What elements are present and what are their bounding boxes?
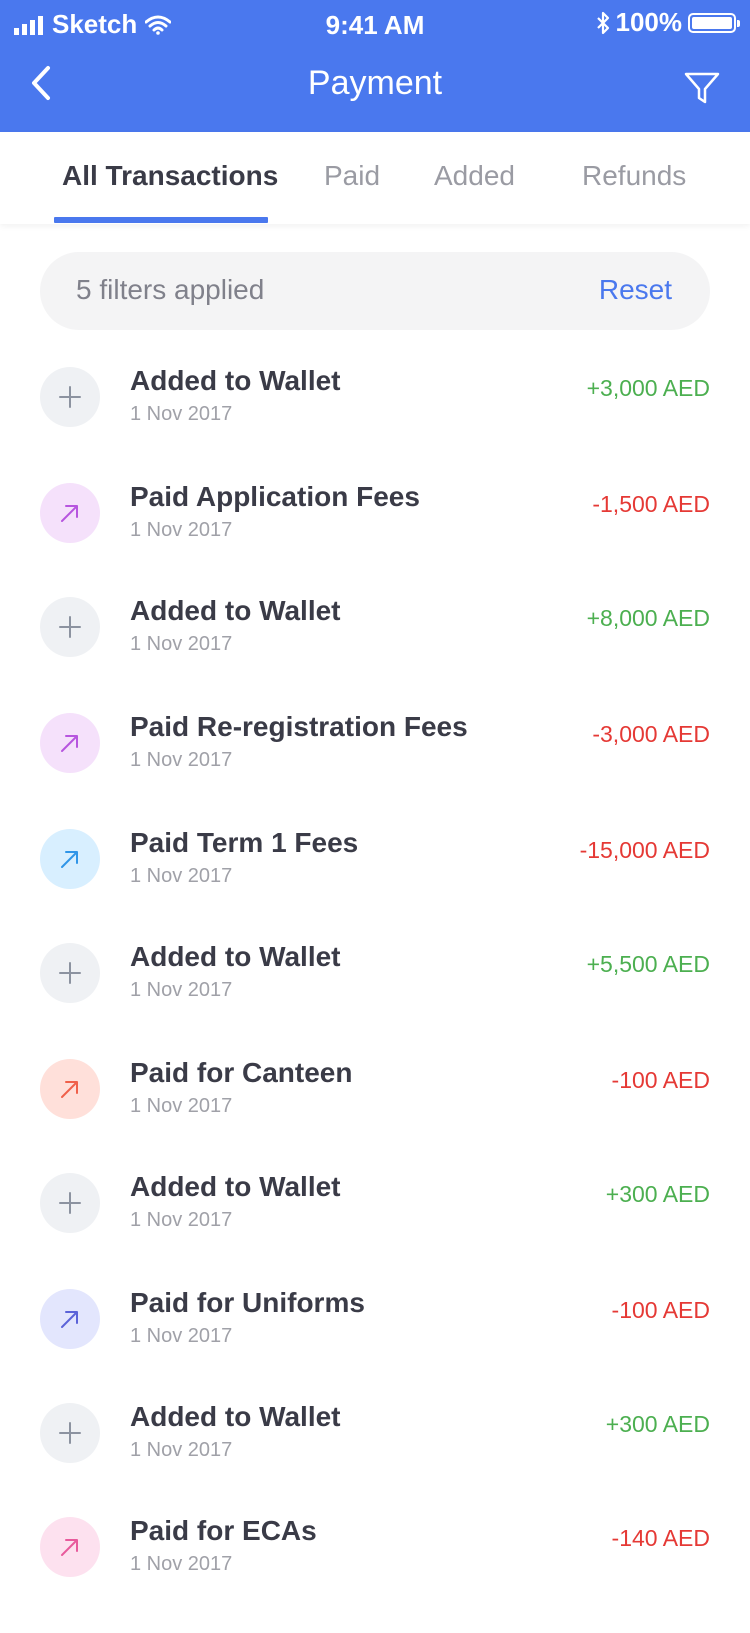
transaction-title: Paid for Canteen bbox=[130, 1057, 353, 1088]
battery-percent: 100% bbox=[615, 7, 683, 37]
transaction-row[interactable]: Added to Wallet 1 Nov 2017 +3,000 AED bbox=[0, 365, 750, 483]
active-tab-indicator bbox=[54, 217, 268, 223]
transaction-title: Paid Re-registration Fees bbox=[130, 711, 468, 742]
transaction-row[interactable]: Paid for Canteen 1 Nov 2017 -100 AED bbox=[0, 1057, 750, 1175]
transaction-type-icon bbox=[40, 1289, 100, 1349]
transaction-type-icon bbox=[40, 1517, 100, 1577]
transaction-title: Paid for Uniforms bbox=[130, 1287, 365, 1318]
transaction-amount: +300 AED bbox=[605, 1181, 710, 1207]
plus-icon bbox=[59, 1422, 81, 1444]
transaction-title: Added to Wallet bbox=[130, 1401, 341, 1432]
transaction-type-icon bbox=[40, 1173, 100, 1233]
transaction-row[interactable]: Paid Term 1 Fees 1 Nov 2017 -15,000 AED bbox=[0, 827, 750, 945]
transaction-title: Paid Term 1 Fees bbox=[130, 827, 359, 858]
arrow-up-right-icon bbox=[61, 1311, 78, 1328]
filters-applied-text: 5 filters applied bbox=[76, 274, 265, 305]
transaction-amount: -1,500 AED bbox=[592, 491, 710, 517]
transaction-amount: -100 AED bbox=[611, 1297, 710, 1323]
filter-icon[interactable] bbox=[682, 68, 722, 108]
transaction-amount: -140 AED bbox=[611, 1525, 710, 1551]
filter-summary-bar: 5 filters applied Reset bbox=[40, 252, 710, 330]
transaction-type-icon bbox=[40, 1403, 100, 1463]
transaction-amount: +3,000 AED bbox=[586, 375, 710, 401]
arrow-up-right-icon bbox=[61, 1081, 78, 1098]
tab-paid[interactable]: Paid bbox=[324, 160, 380, 192]
transaction-amount: +8,000 AED bbox=[586, 605, 710, 631]
arrow-up-right-icon bbox=[61, 505, 78, 522]
tab-bar: All Transactions Paid Added Refunds bbox=[0, 132, 750, 224]
transaction-type-icon bbox=[40, 829, 100, 889]
transaction-type-icon bbox=[40, 1059, 100, 1119]
transaction-type-icon bbox=[40, 367, 100, 427]
status-right: 100% bbox=[596, 7, 740, 38]
transaction-date: 1 Nov 2017 bbox=[130, 1439, 233, 1461]
bluetooth-icon bbox=[596, 11, 609, 34]
transaction-row[interactable]: Paid Application Fees 1 Nov 2017 -1,500 AE… bbox=[0, 481, 750, 599]
arrow-up-right-icon bbox=[61, 1539, 78, 1556]
transaction-row[interactable]: Paid Re-registration Fees 1 Nov 2017 -3,00… bbox=[0, 711, 750, 829]
transaction-title: Paid Application Fees bbox=[130, 481, 420, 512]
transaction-row[interactable]: Added to Wallet 1 Nov 2017 +8,000 AED bbox=[0, 595, 750, 713]
transaction-title: Added to Wallet bbox=[130, 941, 341, 972]
transaction-title: Added to Wallet bbox=[130, 365, 341, 396]
plus-icon bbox=[59, 386, 81, 408]
transaction-type-icon bbox=[40, 713, 100, 773]
tab-all-transactions[interactable]: All Transactions bbox=[62, 160, 278, 192]
arrow-up-right-icon bbox=[61, 851, 78, 868]
page-title: Payment bbox=[307, 64, 443, 102]
transaction-row[interactable]: Added to Wallet 1 Nov 2017 +300 AED bbox=[0, 1171, 750, 1289]
plus-icon bbox=[59, 1192, 81, 1214]
transaction-date: 1 Nov 2017 bbox=[130, 519, 233, 541]
transaction-date: 1 Nov 2017 bbox=[130, 633, 233, 655]
transaction-type-icon bbox=[40, 483, 100, 543]
transaction-amount: -3,000 AED bbox=[592, 721, 710, 747]
transaction-date: 1 Nov 2017 bbox=[130, 979, 233, 1001]
header-bar: Sketch 9:41 AM 100% Payment bbox=[0, 0, 750, 132]
transaction-date: 1 Nov 2017 bbox=[130, 1325, 233, 1347]
transaction-title: Added to Wallet bbox=[130, 1171, 341, 1202]
transaction-title: Added to Wallet bbox=[130, 595, 341, 626]
plus-icon bbox=[59, 962, 81, 984]
battery-icon bbox=[688, 12, 740, 33]
transaction-date: 1 Nov 2017 bbox=[130, 403, 233, 425]
transaction-amount: -15,000 AED bbox=[579, 837, 710, 863]
transaction-type-icon bbox=[40, 943, 100, 1003]
tab-added[interactable]: Added bbox=[434, 160, 515, 192]
transaction-row[interactable]: Added to Wallet 1 Nov 2017 +5,500 AED bbox=[0, 941, 750, 1059]
transaction-row[interactable]: Paid for Uniforms 1 Nov 2017 -100 AED bbox=[0, 1287, 750, 1405]
reset-button[interactable]: Reset bbox=[599, 274, 672, 306]
transaction-row[interactable]: Paid for ECAs 1 Nov 2017 -140 AED bbox=[0, 1515, 750, 1633]
transaction-amount: +300 AED bbox=[605, 1411, 710, 1437]
plus-icon bbox=[59, 616, 81, 638]
transaction-date: 1 Nov 2017 bbox=[130, 1095, 233, 1117]
transaction-date: 1 Nov 2017 bbox=[130, 865, 233, 887]
tab-refunds[interactable]: Refunds bbox=[582, 160, 686, 192]
transaction-type-icon bbox=[40, 597, 100, 657]
transaction-date: 1 Nov 2017 bbox=[130, 1553, 233, 1575]
transaction-amount: +5,500 AED bbox=[586, 951, 710, 977]
status-bar: Sketch 9:41 AM 100% bbox=[0, 0, 750, 44]
transaction-amount: -100 AED bbox=[611, 1067, 710, 1093]
transaction-title: Paid for ECAs bbox=[130, 1515, 317, 1546]
transaction-date: 1 Nov 2017 bbox=[130, 1209, 233, 1231]
arrow-up-right-icon bbox=[61, 735, 78, 752]
transaction-row[interactable]: Added to Wallet 1 Nov 2017 +300 AED bbox=[0, 1401, 750, 1519]
transaction-date: 1 Nov 2017 bbox=[130, 749, 233, 771]
